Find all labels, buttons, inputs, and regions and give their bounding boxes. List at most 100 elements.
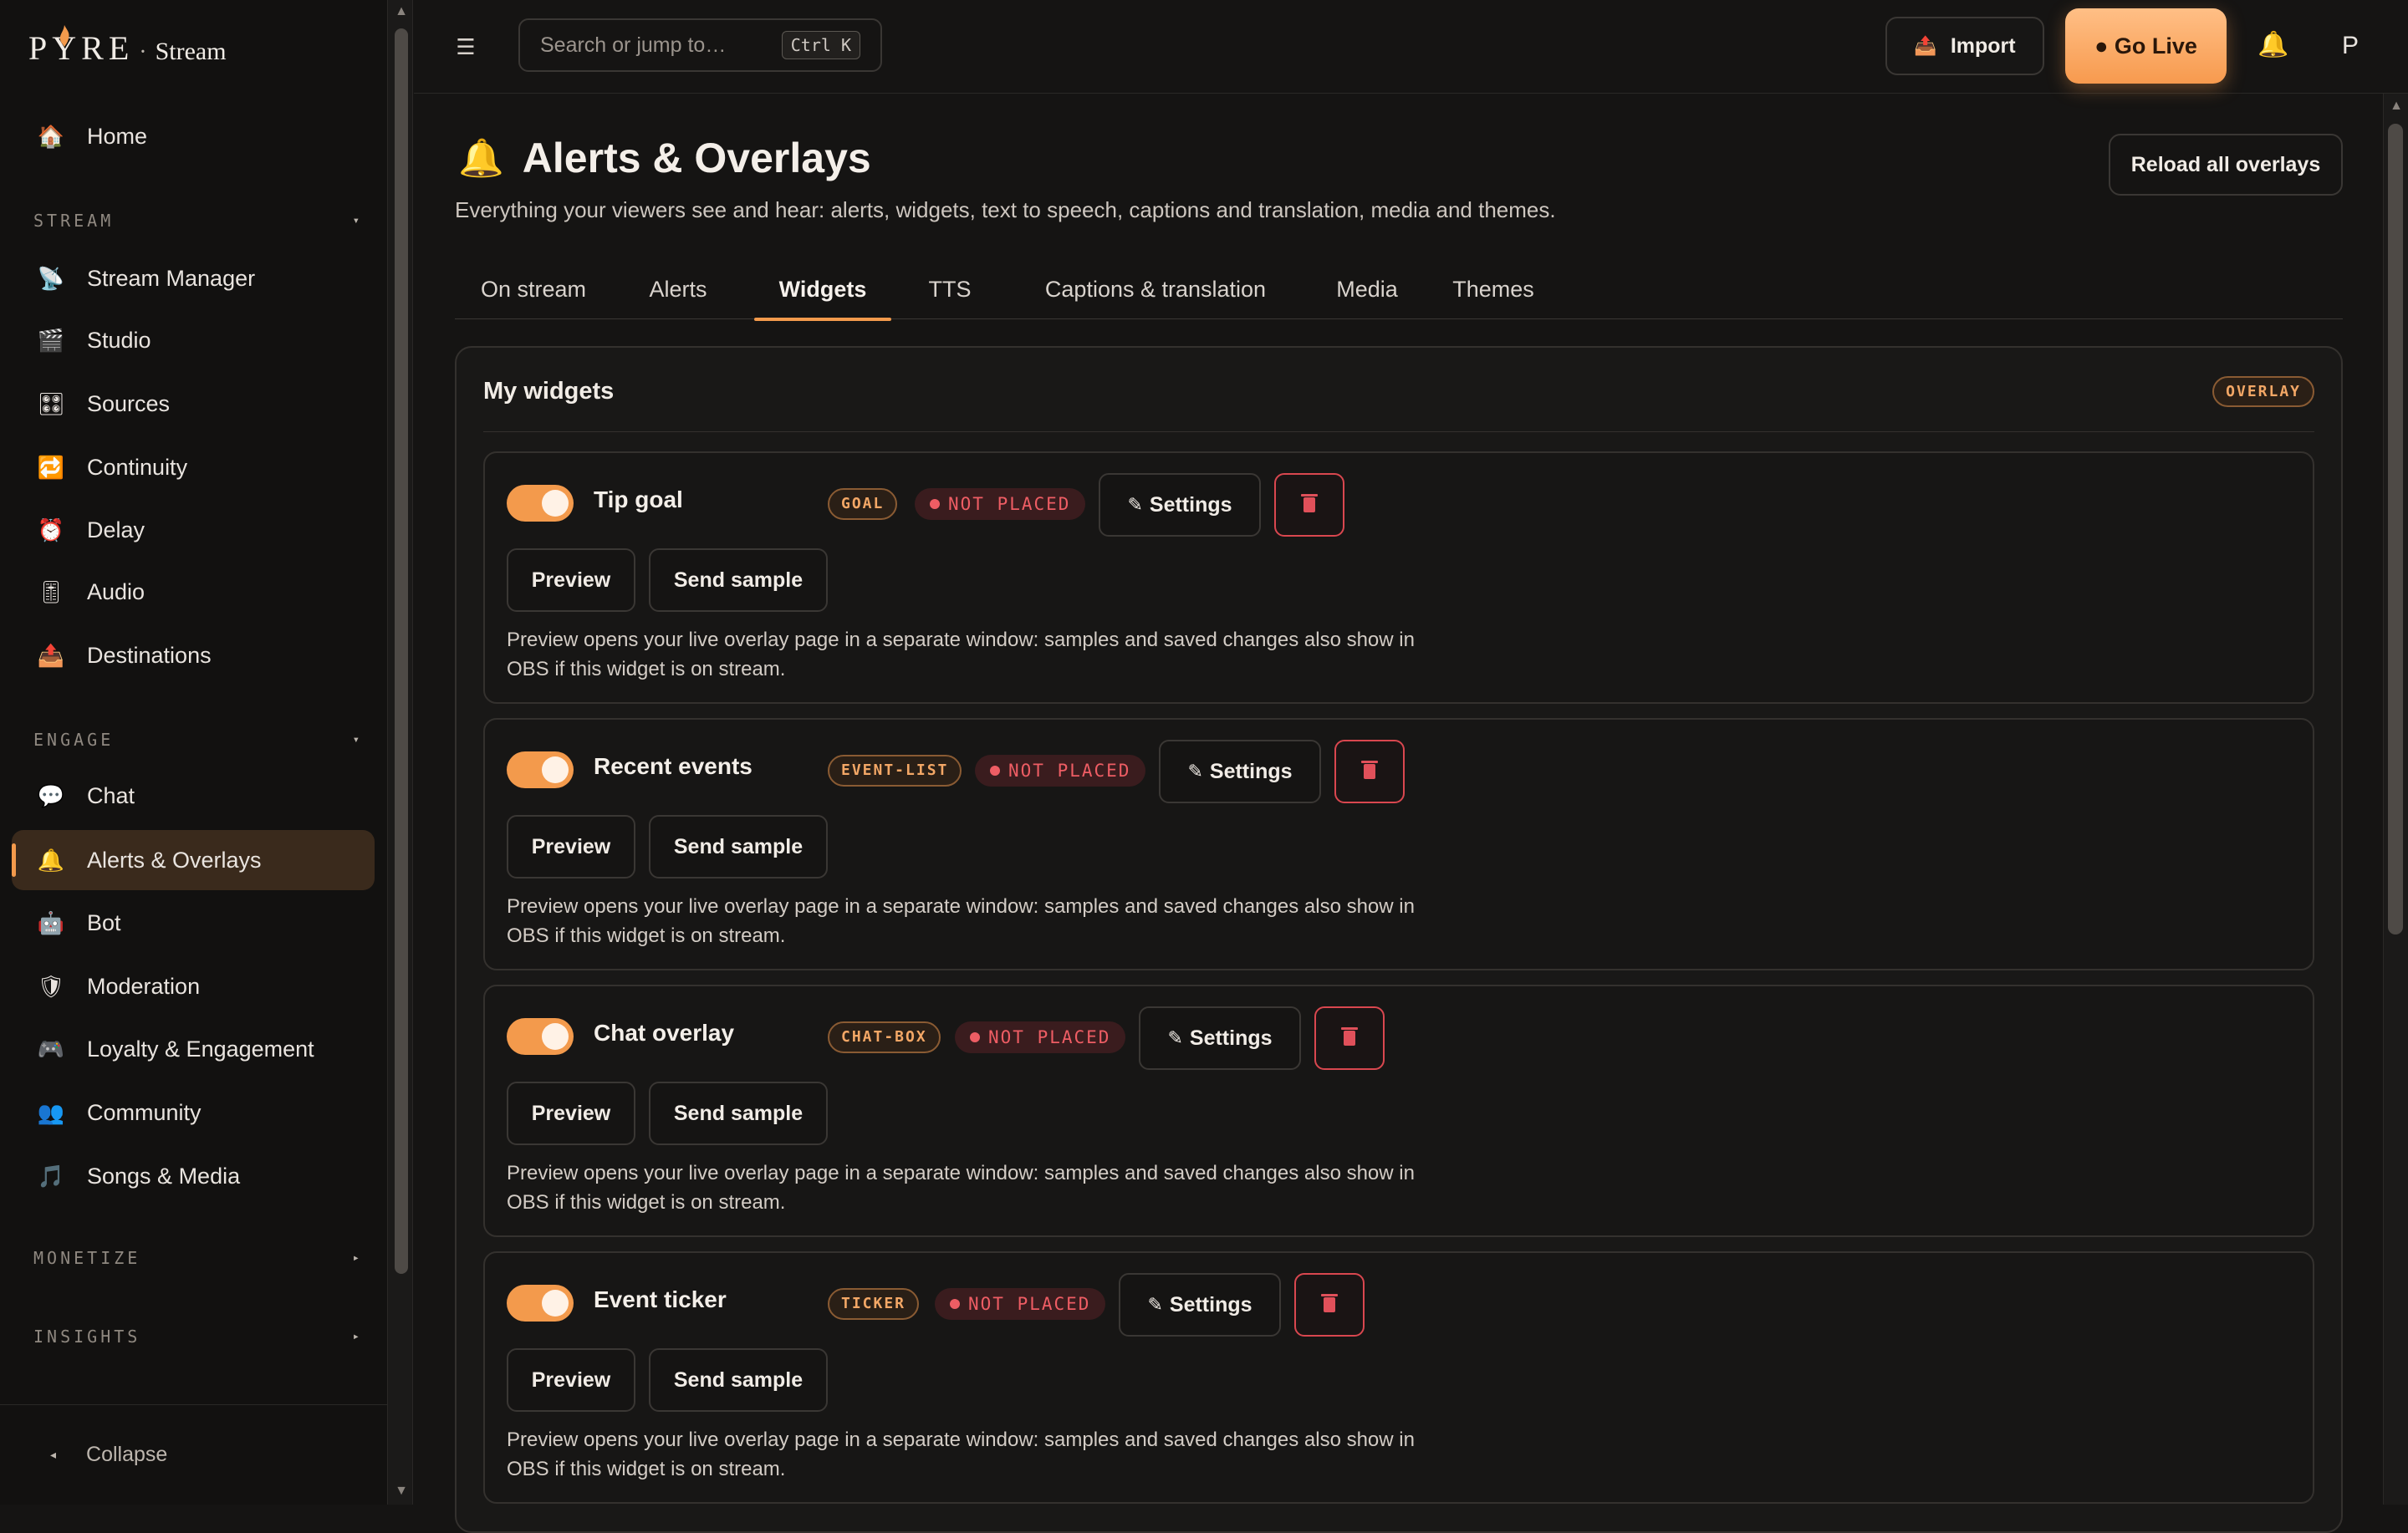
send-sample-button[interactable]: Send sample (649, 1348, 828, 1412)
delete-button[interactable] (1334, 740, 1405, 803)
tab-media[interactable]: Media (1321, 259, 1413, 319)
preview-button[interactable]: Preview (507, 815, 635, 879)
brand-logo[interactable]: PYRE · Stream (28, 25, 227, 79)
brand-name: PYRE (28, 29, 135, 67)
sidebar-item-home[interactable]: 🏠 Home (12, 106, 375, 166)
chevron-down-icon: ▾ (352, 214, 360, 227)
settings-button[interactable]: ✎ Settings (1099, 473, 1261, 537)
preview-button[interactable]: Preview (507, 1348, 635, 1412)
outbox-icon: 📤 (1914, 35, 1937, 56)
settings-button[interactable]: ✎ Settings (1159, 740, 1321, 803)
sidebar-item-label: Sources (87, 390, 171, 416)
avatar[interactable]: P (2334, 25, 2367, 67)
page-title: 🔔 Alerts & Overlays (458, 134, 871, 182)
chevron-right-icon: ▸ (352, 1251, 360, 1265)
collapse-sidebar-button[interactable]: ◂ Collapse (0, 1404, 388, 1505)
sidebar-item-loyalty-engagement[interactable]: 🎮 Loyalty & Engagement (12, 1019, 375, 1079)
notifications-bell-icon[interactable]: 🔔 (2258, 30, 2288, 59)
speech-bubble-icon: 💬 (37, 782, 65, 808)
widget-enabled-toggle[interactable] (507, 1285, 574, 1322)
status-label: NOT PLACED (948, 494, 1071, 514)
status-label: NOT PLACED (1008, 761, 1131, 781)
preview-button[interactable]: Preview (507, 1082, 635, 1145)
sidebar-item-songs-media[interactable]: 🎵 Songs & Media (12, 1146, 375, 1206)
send-sample-button[interactable]: Send sample (649, 548, 828, 612)
go-live-button[interactable]: ● Go Live (2065, 8, 2227, 84)
sidebar-item-sources[interactable]: 🎛 Sources (12, 374, 375, 434)
tab-on-stream[interactable]: On stream (455, 259, 612, 319)
settings-label: Settings (1189, 1026, 1273, 1050)
clapper-icon: 🎬 (37, 327, 65, 353)
delete-button[interactable] (1314, 1006, 1385, 1070)
status-dot-icon (930, 499, 940, 509)
settings-label: Settings (1149, 492, 1232, 517)
page-subtitle: Everything your viewers see and hear: al… (455, 197, 1556, 222)
collapse-label: Collapse (86, 1443, 168, 1466)
scroll-up-arrow-icon[interactable]: ▲ (393, 5, 410, 18)
main-scrollbar-thumb[interactable] (2388, 124, 2403, 935)
widget-card: Recent events EVENT-LIST NOT PLACED ✎ Se… (483, 718, 2314, 970)
sidebar-item-stream-manager[interactable]: 📡 Stream Manager (12, 248, 375, 308)
section-stream-toggle[interactable]: STREAM ▾ (33, 211, 360, 231)
scroll-up-arrow-icon[interactable]: ▲ (2388, 99, 2405, 114)
sidebar-item-label: Home (87, 123, 148, 149)
sidebar-item-chat[interactable]: 💬 Chat (12, 766, 375, 826)
widget-name: Chat overlay (594, 1020, 735, 1046)
brand-separator: · (139, 39, 147, 65)
widget-enabled-toggle[interactable] (507, 1018, 574, 1055)
sidebar-item-label: Continuity (87, 454, 188, 480)
sidebar-item-destinations[interactable]: 📤 Destinations (12, 625, 375, 685)
reload-all-overlays-button[interactable]: Reload all overlays (2109, 134, 2343, 196)
sidebar-item-continuity[interactable]: 🔁 Continuity (12, 437, 375, 497)
search-input[interactable]: Search or jump to… Ctrl K (518, 18, 882, 72)
delete-button[interactable] (1274, 473, 1344, 537)
settings-button[interactable]: ✎ Settings (1139, 1006, 1301, 1070)
status-badge: NOT PLACED (955, 1021, 1126, 1053)
panel-title: My widgets (483, 378, 615, 405)
widget-enabled-toggle[interactable] (507, 485, 574, 522)
trash-icon (1341, 1027, 1358, 1046)
widget-name: Event ticker (594, 1286, 727, 1312)
section-engage-toggle[interactable]: ENGAGE ▾ (33, 730, 360, 750)
sidebar-item-bot[interactable]: 🤖 Bot (12, 893, 375, 953)
tab-themes[interactable]: Themes (1438, 259, 1548, 319)
widget-card: Chat overlay CHAT-BOX NOT PLACED ✎ Setti… (483, 985, 2314, 1237)
tab-widgets[interactable]: Widgets (754, 259, 891, 321)
tab-tts[interactable]: TTS (910, 259, 990, 319)
sources-icon: 🎛 (37, 390, 65, 416)
status-badge: NOT PLACED (935, 1288, 1106, 1320)
sidebar-item-label: Destinations (87, 642, 212, 668)
pencil-icon: ✎ (1167, 1027, 1183, 1048)
sidebar-item-label: Audio (87, 578, 145, 604)
audio-icon: 🎚 (37, 578, 65, 604)
sidebar-scrollbar-thumb[interactable] (395, 28, 408, 1274)
shield-icon: 🛡 (37, 973, 65, 999)
sidebar-item-audio[interactable]: 🎚 Audio (12, 562, 375, 622)
section-label: ENGAGE (33, 730, 115, 750)
scroll-down-arrow-icon[interactable]: ▼ (393, 1485, 410, 1498)
send-sample-button[interactable]: Send sample (649, 1082, 828, 1145)
sidebar-item-community[interactable]: 👥 Community (12, 1082, 375, 1143)
widget-enabled-toggle[interactable] (507, 751, 574, 788)
section-monetize-toggle[interactable]: MONETIZE ▸ (33, 1248, 360, 1268)
delete-button[interactable] (1294, 1273, 1365, 1337)
sidebar-item-studio[interactable]: 🎬 Studio (12, 310, 375, 370)
section-insights-toggle[interactable]: INSIGHTS ▸ (33, 1327, 360, 1347)
pencil-icon: ✎ (1127, 494, 1143, 515)
chevron-left-icon: ◂ (50, 1448, 57, 1461)
menu-icon[interactable]: ☰ (449, 30, 482, 64)
tab-alerts[interactable]: Alerts (624, 259, 732, 319)
settings-label: Settings (1169, 1292, 1252, 1317)
settings-button[interactable]: ✎ Settings (1119, 1273, 1281, 1337)
sidebar-item-moderation[interactable]: 🛡 Moderation (12, 956, 375, 1016)
sidebar-item-delay[interactable]: ⏰ Delay (12, 500, 375, 560)
import-button[interactable]: 📤 Import (1885, 17, 2044, 75)
sidebar-item-alerts-overlays[interactable]: 🔔 Alerts & Overlays (12, 830, 375, 890)
preview-button[interactable]: Preview (507, 548, 635, 612)
outbox-icon: 📤 (37, 642, 65, 668)
section-label: STREAM (33, 211, 115, 231)
divider (483, 431, 2314, 432)
status-label: NOT PLACED (968, 1294, 1091, 1314)
tab-captions-translation[interactable]: Captions & translation (1017, 259, 1294, 319)
send-sample-button[interactable]: Send sample (649, 815, 828, 879)
